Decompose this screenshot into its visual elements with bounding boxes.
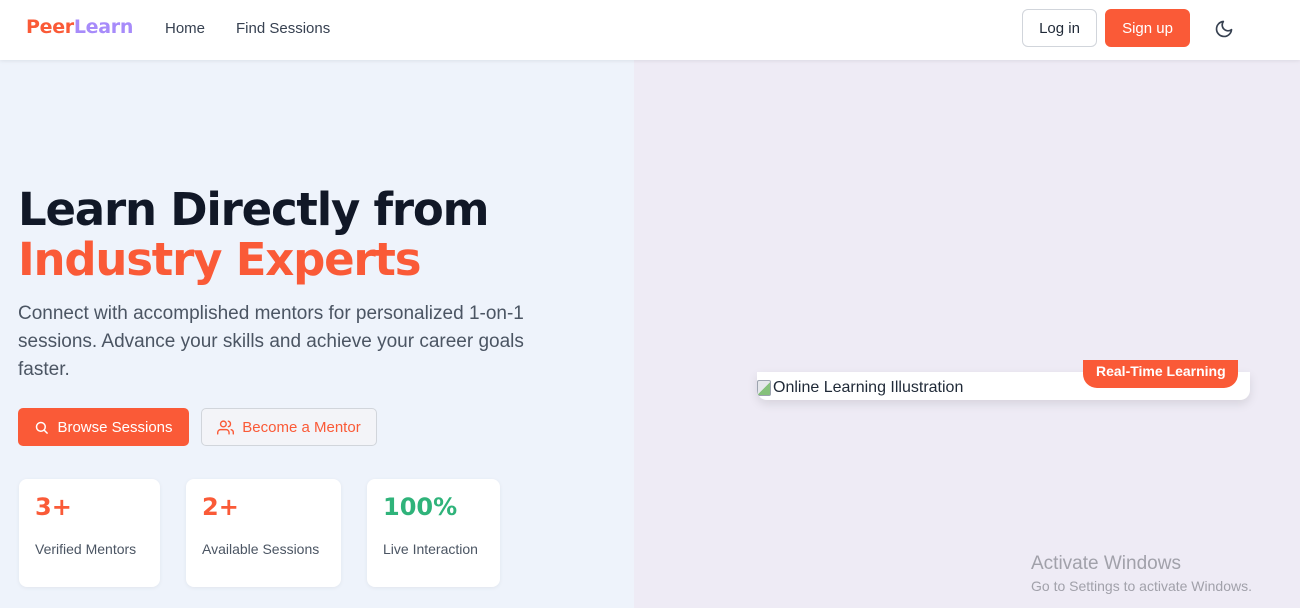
broken-image-icon <box>757 380 771 396</box>
theme-toggle-button[interactable] <box>1212 17 1236 41</box>
logo[interactable]: PeerLearn <box>26 16 133 38</box>
top-navbar: PeerLearn Home Find Sessions Log in Sign… <box>0 0 1300 60</box>
stat-label: Available Sessions <box>202 541 320 557</box>
stat-value: 2+ <box>202 493 239 521</box>
stat-value: 3+ <box>35 493 72 521</box>
illustration-alt-text: Online Learning Illustration <box>773 379 964 396</box>
hero-right-panel <box>634 60 1300 608</box>
stat-card-sessions: 2+ Available Sessions <box>186 479 341 587</box>
stat-value: 100% <box>383 493 458 521</box>
nav-home-link[interactable]: Home <box>165 20 205 37</box>
stat-label: Live Interaction <box>383 541 478 557</box>
logo-part-peer: Peer <box>26 16 74 38</box>
hero-subtitle: Connect with accomplished mentors for pe… <box>18 303 524 380</box>
stat-card-mentors: 3+ Verified Mentors <box>19 479 160 587</box>
browse-sessions-button[interactable]: Browse Sessions <box>18 408 189 446</box>
moon-icon <box>1215 20 1233 38</box>
stat-card-live: 100% Live Interaction <box>367 479 500 587</box>
activate-windows-subtitle: Go to Settings to activate Windows. <box>1031 578 1252 594</box>
signup-button[interactable]: Sign up <box>1105 9 1190 47</box>
become-mentor-label: Become a Mentor <box>242 418 361 436</box>
activate-windows-title: Activate Windows <box>1031 553 1181 574</box>
logo-part-learn: Learn <box>73 16 134 38</box>
hero-title-line2: Industry Experts <box>18 233 422 286</box>
stat-label: Verified Mentors <box>35 541 137 557</box>
users-icon <box>217 419 235 435</box>
login-button[interactable]: Log in <box>1022 9 1097 47</box>
illustration-image: Online Learning Illustration <box>757 379 963 397</box>
search-icon <box>36 421 49 434</box>
hero-title-line1: Learn Directly from <box>18 183 490 236</box>
nav-find-sessions-link[interactable]: Find Sessions <box>236 20 330 37</box>
real-time-learning-badge: Real-Time Learning <box>1083 360 1238 388</box>
become-mentor-button[interactable]: Become a Mentor <box>201 408 377 446</box>
badge-label: Real-Time Learning <box>1096 363 1226 379</box>
browse-sessions-label: Browse Sessions <box>57 418 173 436</box>
